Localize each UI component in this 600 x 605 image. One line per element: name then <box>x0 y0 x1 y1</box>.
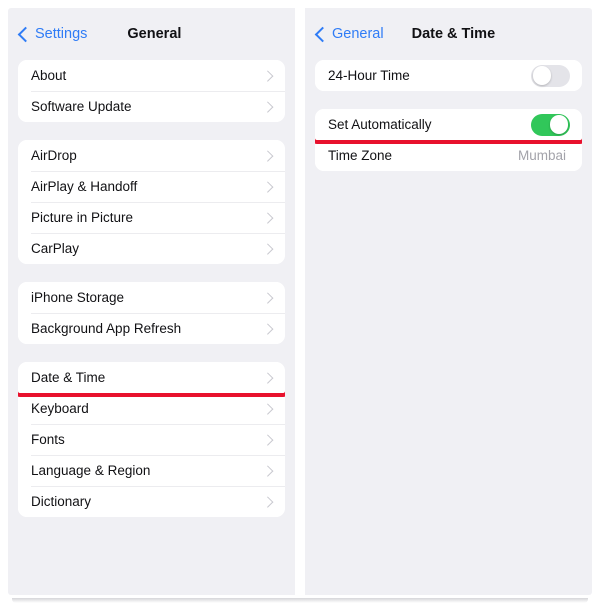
sidebar-item-dictionary[interactable]: Dictionary <box>18 486 285 517</box>
chevron-right-icon <box>261 434 273 445</box>
settings-group-storage: iPhone Storage Background App Refresh <box>18 282 285 344</box>
chevron-right-icon <box>261 372 273 383</box>
chevron-left-icon <box>17 26 34 42</box>
row-label: Software Update <box>31 99 132 114</box>
left-settings-list: About Software Update AirDrop AirPlay & … <box>8 60 295 517</box>
chevron-right-icon <box>261 70 273 81</box>
row-label: CarPlay <box>31 241 80 256</box>
chevron-right-icon <box>261 403 273 414</box>
chevron-right-icon <box>261 101 273 112</box>
chevron-left-icon <box>314 26 331 42</box>
sidebar-item-date-and-time[interactable]: Date & Time <box>18 362 285 397</box>
left-navigation-bar: Settings General <box>8 8 295 60</box>
right-navigation-bar: General Date & Time <box>305 8 592 60</box>
dual-panel-screenshot: Settings General About Software Update A… <box>0 0 600 605</box>
sidebar-item-background-app-refresh[interactable]: Background App Refresh <box>18 313 285 344</box>
sidebar-item-iphone-storage[interactable]: iPhone Storage <box>18 282 285 313</box>
settings-group-connectivity: AirDrop AirPlay & Handoff Picture in Pic… <box>18 140 285 264</box>
back-button-settings[interactable]: Settings <box>17 26 88 42</box>
row-set-automatically[interactable]: Set Automatically <box>315 109 582 144</box>
settings-group-localization: Date & Time Keyboard Fonts Language & Re… <box>18 362 285 517</box>
row-label: iPhone Storage <box>31 290 125 305</box>
row-label: AirDrop <box>31 148 77 163</box>
sidebar-item-airdrop[interactable]: AirDrop <box>18 140 285 171</box>
chevron-right-icon <box>261 212 273 223</box>
row-time-zone[interactable]: Time Zone Mumbai <box>315 140 582 171</box>
date-time-settings-list: 24-Hour Time Set Automatically Time Zone… <box>305 60 592 171</box>
row-label: Keyboard <box>31 401 89 416</box>
time-zone-value: Mumbai <box>517 148 566 163</box>
chevron-right-icon <box>261 323 273 334</box>
chevron-right-icon <box>261 292 273 303</box>
sidebar-item-picture-in-picture[interactable]: Picture in Picture <box>18 202 285 233</box>
page-title-general: General <box>127 26 182 42</box>
row-label: Dictionary <box>31 494 92 509</box>
left-panel-general-settings: Settings General About Software Update A… <box>8 8 295 595</box>
chevron-right-icon <box>261 181 273 192</box>
sidebar-item-software-update[interactable]: Software Update <box>18 91 285 122</box>
sidebar-item-language-region[interactable]: Language & Region <box>18 455 285 486</box>
chevron-right-icon <box>261 465 273 476</box>
settings-group-auto-time: Set Automatically Time Zone Mumbai <box>315 109 582 171</box>
sidebar-item-fonts[interactable]: Fonts <box>18 424 285 455</box>
settings-group-info: About Software Update <box>18 60 285 122</box>
back-button-label: General <box>332 26 384 42</box>
toggle-24-hour-time[interactable] <box>531 64 570 87</box>
toggle-knob <box>532 66 552 85</box>
chevron-right-icon <box>261 496 273 507</box>
sidebar-item-about[interactable]: About <box>18 60 285 91</box>
sidebar-item-carplay[interactable]: CarPlay <box>18 233 285 264</box>
row-label: AirPlay & Handoff <box>31 179 138 194</box>
page-title-date-time: Date & Time <box>411 26 496 42</box>
row-label: Set Automatically <box>328 117 432 132</box>
row-label: Date & Time <box>31 370 106 385</box>
chevron-right-icon <box>261 150 273 161</box>
settings-group-hour-format: 24-Hour Time <box>315 60 582 91</box>
row-label: Time Zone <box>328 148 393 163</box>
sidebar-item-airplay-handoff[interactable]: AirPlay & Handoff <box>18 171 285 202</box>
row-label: Language & Region <box>31 463 151 478</box>
row-label: 24-Hour Time <box>328 68 410 83</box>
row-label: Picture in Picture <box>31 210 134 225</box>
row-label: Fonts <box>31 432 65 447</box>
back-button-general[interactable]: General <box>314 26 384 42</box>
right-panel-date-time-settings: General Date & Time 24-Hour Time Set Aut… <box>305 8 592 595</box>
sidebar-item-keyboard[interactable]: Keyboard <box>18 393 285 424</box>
chevron-right-icon <box>261 243 273 254</box>
row-label: Background App Refresh <box>31 321 182 336</box>
row-24-hour-time[interactable]: 24-Hour Time <box>315 60 582 91</box>
row-label: About <box>31 68 67 83</box>
toggle-knob <box>549 115 569 134</box>
toggle-set-automatically[interactable] <box>531 113 570 136</box>
back-button-label: Settings <box>35 26 88 42</box>
